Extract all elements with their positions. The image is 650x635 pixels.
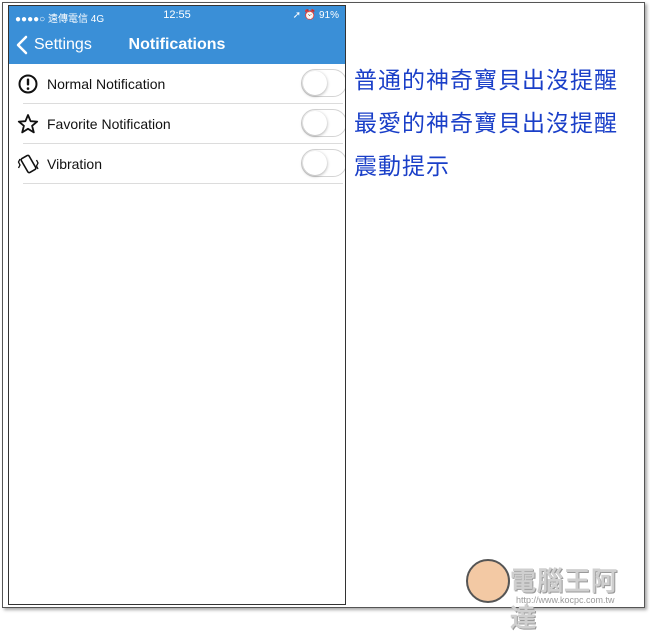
caption-normal-notification: 普通的神奇寶貝出沒提醒 [354,68,618,94]
setting-label: Normal Notification [47,75,166,92]
favorite-notification-toggle[interactable] [301,109,345,137]
caption-favorite-notification: 最愛的神奇寶貝出沒提醒 [354,111,618,137]
vibration-toggle[interactable] [301,149,345,177]
navigation-bar: Settings Notifications [9,26,345,64]
toggle-knob [303,111,327,135]
toggle-knob [303,151,327,175]
setting-row-vibration: Vibration [17,144,345,184]
settings-list: Normal Notification Favorite Notificatio… [9,64,345,184]
status-bar: ●●●●○ 遠傳電信 4G 12:55 ➚ ⏰ 91% [9,6,345,26]
mascot-face-icon [466,559,510,603]
setting-row-favorite-notification: Favorite Notification [17,104,345,144]
page-title: Notifications [128,36,226,53]
toggle-knob [303,71,327,95]
watermark-logo: 電腦王阿達 http://www.kocpc.com.tw [466,555,644,634]
star-icon [17,114,39,134]
vibration-icon [17,154,39,174]
annotation-captions: 普通的神奇寶貝出沒提醒 最愛的神奇寶貝出沒提醒 震動提示 [354,62,618,191]
caption-vibration: 震動提示 [354,154,450,180]
setting-row-normal-notification: Normal Notification [18,64,345,104]
phone-screen: ●●●●○ 遠傳電信 4G 12:55 ➚ ⏰ 91% Settings Not… [8,5,346,605]
setting-label: Vibration [47,155,103,172]
normal-notification-toggle[interactable] [301,69,345,97]
status-indicators: ➚ ⏰ 91% [292,10,339,21]
exclamation-circle-icon [18,74,38,94]
watermark-url: http://www.kocpc.com.tw [516,595,615,605]
setting-label: Favorite Notification [47,115,171,132]
